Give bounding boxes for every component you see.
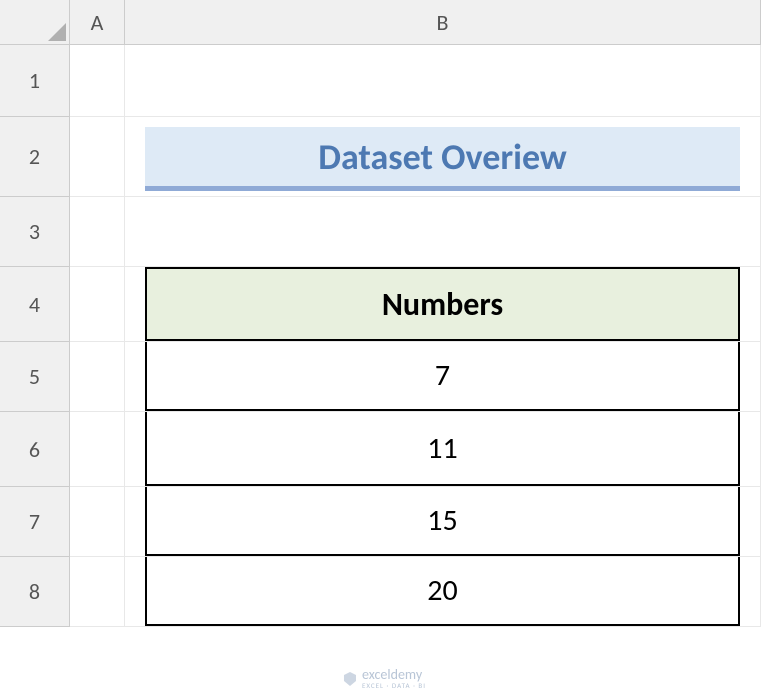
cell-b5[interactable]: 7 — [125, 342, 761, 412]
watermark: exceldemy EXCEL · DATA · BI — [342, 668, 426, 689]
cell-b7[interactable]: 15 — [125, 487, 761, 557]
row-header-1[interactable]: 1 — [0, 45, 70, 117]
watermark-name: exceldemy — [362, 668, 426, 682]
row-header-6[interactable]: 6 — [0, 412, 70, 487]
watermark-tagline: EXCEL · DATA · BI — [362, 682, 426, 689]
cell-b2[interactable]: Dataset Overiew — [125, 117, 761, 197]
row-header-3[interactable]: 3 — [0, 197, 70, 267]
column-header-b[interactable]: B — [125, 0, 761, 45]
cell-b6[interactable]: 11 — [125, 412, 761, 487]
table-row: 20 — [145, 557, 740, 626]
cell-a7[interactable] — [70, 487, 125, 557]
dataset-title: Dataset Overiew — [145, 127, 740, 191]
table-row: 7 — [145, 342, 740, 411]
row-header-8[interactable]: 8 — [0, 557, 70, 627]
cell-b8[interactable]: 20 — [125, 557, 761, 627]
cell-b4[interactable]: Numbers — [125, 267, 761, 342]
cell-a3[interactable] — [70, 197, 125, 267]
row-header-2[interactable]: 2 — [0, 117, 70, 197]
spreadsheet-grid: A B 1 2 Dataset Overiew 3 4 Numbers 5 7 … — [0, 0, 768, 699]
column-header-a[interactable]: A — [70, 0, 125, 45]
table-row: 15 — [145, 487, 740, 556]
table-row: 11 — [145, 412, 740, 486]
cell-a4[interactable] — [70, 267, 125, 342]
cell-a6[interactable] — [70, 412, 125, 487]
cell-a8[interactable] — [70, 557, 125, 627]
table-header-numbers: Numbers — [145, 267, 740, 341]
cell-a1[interactable] — [70, 45, 125, 117]
cell-a2[interactable] — [70, 117, 125, 197]
select-all-corner[interactable] — [0, 0, 70, 45]
row-header-4[interactable]: 4 — [0, 267, 70, 342]
row-header-5[interactable]: 5 — [0, 342, 70, 412]
watermark-logo-icon — [342, 671, 358, 687]
cell-b3[interactable] — [125, 197, 761, 267]
row-header-7[interactable]: 7 — [0, 487, 70, 557]
cell-a5[interactable] — [70, 342, 125, 412]
cell-b1[interactable] — [125, 45, 761, 117]
